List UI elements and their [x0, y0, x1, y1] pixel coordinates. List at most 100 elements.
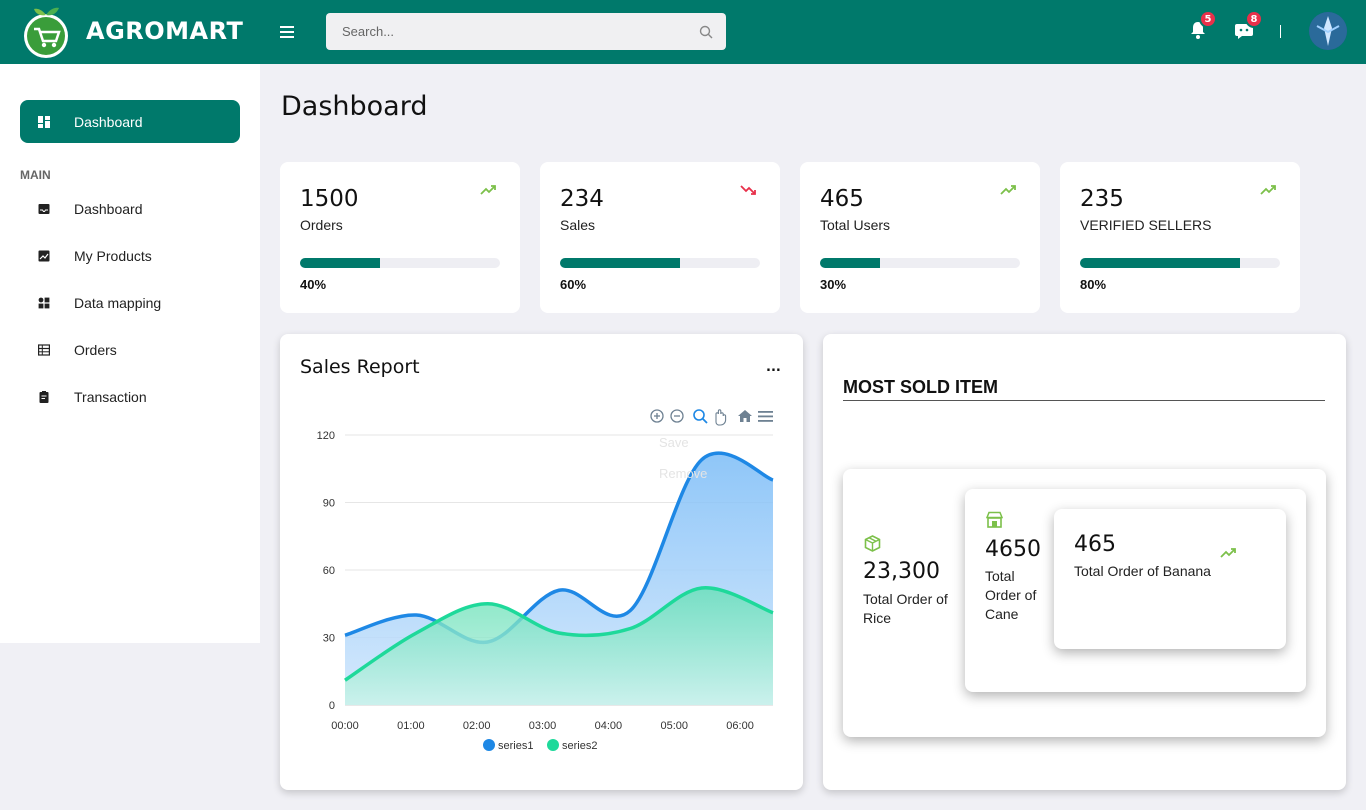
stat-value: 235 — [1080, 186, 1124, 212]
agromart-logo[interactable] — [22, 3, 70, 61]
stat-card-verified-sellers: 235 VERIFIED SELLERS 80% — [1060, 162, 1300, 313]
stat-card-orders: 1500 Orders 40% — [280, 162, 520, 313]
legend-marker — [547, 739, 559, 751]
rice-orders-value: 23,300 — [863, 559, 940, 584]
sales-report-card: Sales Report ... 0 30 60 90 120 00:00 01:00 02:… — [280, 334, 803, 790]
stat-value: 465 — [820, 186, 864, 212]
most-sold-rice-card: 23,300 Total Order of Rice 4650 Total Or… — [843, 469, 1326, 737]
zoom-in-icon[interactable] — [650, 409, 664, 423]
x-tick-label: 01:00 — [397, 720, 425, 732]
inbox-icon — [38, 204, 50, 214]
x-tick-label: 00:00 — [331, 720, 359, 732]
progress-fill — [560, 258, 680, 268]
progress-percent: 30% — [820, 277, 847, 292]
search-bar — [326, 13, 726, 50]
trending-up-icon — [1260, 185, 1276, 195]
y-tick-label: 90 — [323, 498, 335, 510]
stat-label: VERIFIED SELLERS — [1080, 217, 1212, 233]
x-tick-label: 06:00 — [726, 720, 754, 732]
y-tick-label: 0 — [329, 700, 335, 712]
progress-percent: 80% — [1080, 277, 1107, 292]
progress-fill — [300, 258, 380, 268]
chart-toolbar — [650, 409, 773, 426]
sidebar-item-label: Dashboard — [74, 113, 143, 130]
trending-up-icon — [1220, 548, 1236, 558]
sidebar-section-main: MAIN — [20, 168, 51, 182]
progress-fill — [1080, 258, 1240, 268]
sidebar-item-dashboard[interactable]: Dashboard — [20, 191, 240, 227]
stat-label: Total Users — [820, 217, 891, 233]
avatar[interactable] — [1309, 12, 1347, 50]
legend-marker — [483, 739, 495, 751]
notifications-button[interactable]: 5 — [1188, 10, 1217, 42]
search-input[interactable] — [326, 24, 686, 39]
cane-orders-value: 4650 — [985, 537, 1041, 562]
progress-fill — [820, 258, 880, 268]
sales-chart: 0 30 60 90 120 00:00 01:00 02:00 03:00 04:00 05:00… — [317, 409, 774, 752]
clipboard-icon — [39, 391, 49, 403]
export-remove-option[interactable]: Remove — [659, 466, 707, 481]
most-sold-item-card: MOST SOLD ITEM 23,300 Total Order of Ric… — [823, 334, 1346, 790]
trending-up-icon — [1000, 185, 1016, 195]
cane-orders-label: Total Order of Cane — [985, 568, 1037, 622]
legend-label: series2 — [562, 740, 597, 752]
package-icon — [864, 535, 881, 552]
banana-orders-label: Total Order of Banana — [1074, 563, 1211, 579]
progress-bar — [300, 258, 500, 268]
rice-orders-label: Total Order of Rice — [863, 591, 948, 626]
selection-zoom-icon[interactable] — [693, 409, 708, 424]
sidebar-item-label: Dashboard — [74, 201, 143, 217]
title-underline — [843, 400, 1325, 401]
message-badge: 8 — [1245, 10, 1263, 28]
progress-percent: 60% — [560, 277, 587, 292]
progress-bar — [1080, 258, 1280, 268]
dashboard-icon — [38, 115, 50, 128]
pan-hand-icon[interactable] — [715, 409, 727, 426]
y-tick-label: 120 — [317, 430, 335, 442]
stat-card-sales: 234 Sales 60% — [540, 162, 780, 313]
stat-label: Orders — [300, 217, 343, 233]
notification-badge: 5 — [1199, 10, 1217, 28]
progress-percent: 40% — [300, 277, 327, 292]
most-sold-title: MOST SOLD ITEM — [843, 377, 998, 397]
stat-value: 234 — [560, 186, 604, 212]
chart-menu-icon[interactable] — [758, 411, 773, 422]
trending-down-icon — [740, 185, 756, 195]
progress-bar — [560, 258, 760, 268]
sidebar-item-data-mapping[interactable]: Data mapping — [20, 285, 240, 321]
x-tick-label: 04:00 — [595, 720, 623, 732]
sidebar-item-dashboard-active[interactable]: Dashboard — [20, 100, 240, 143]
stat-label: Sales — [560, 217, 596, 233]
legend-label: series1 — [498, 740, 533, 752]
stat-value: 1500 — [300, 186, 359, 212]
stat-card-total-users: 465 Total Users 30% — [800, 162, 1040, 313]
most-sold-cane-card: 4650 Total Order of Cane 465 Total Order… — [965, 489, 1306, 692]
sidebar-item-my-products[interactable]: My Products — [20, 238, 240, 274]
banana-orders-value: 465 — [1074, 532, 1116, 557]
trending-up-icon — [480, 185, 496, 195]
most-sold-banana-card: 465 Total Order of Banana — [1054, 509, 1286, 649]
page-title: Dashboard — [281, 91, 428, 122]
progress-bar — [820, 258, 1020, 268]
sidebar-item-orders[interactable]: Orders — [20, 332, 240, 368]
table-icon — [38, 344, 50, 356]
zoom-out-icon[interactable] — [670, 409, 684, 423]
x-tick-label: 05:00 — [660, 720, 688, 732]
sidebar-item-label: Transaction — [74, 389, 147, 405]
messages-button[interactable]: 8 — [1234, 10, 1263, 42]
x-tick-label: 02:00 — [463, 720, 491, 732]
sidebar-item-label: Orders — [74, 342, 117, 358]
export-save-option[interactable]: Save — [659, 435, 689, 450]
apps-icon — [38, 297, 50, 309]
search-icon[interactable] — [686, 25, 726, 39]
x-tick-label: 03:00 — [529, 720, 557, 732]
hamburger-menu-icon[interactable] — [280, 23, 298, 39]
store-icon — [986, 511, 1003, 528]
sidebar-item-label: My Products — [74, 248, 152, 264]
top-bar: AGROMART 5 8 — [0, 0, 1366, 64]
sidebar-item-label: Data mapping — [74, 295, 162, 311]
chart-export-menu: Save Remove — [659, 435, 707, 481]
sidebar-item-transaction[interactable]: Transaction — [20, 379, 240, 415]
brand-name[interactable]: AGROMART — [86, 17, 243, 45]
reset-home-icon[interactable] — [738, 410, 752, 422]
